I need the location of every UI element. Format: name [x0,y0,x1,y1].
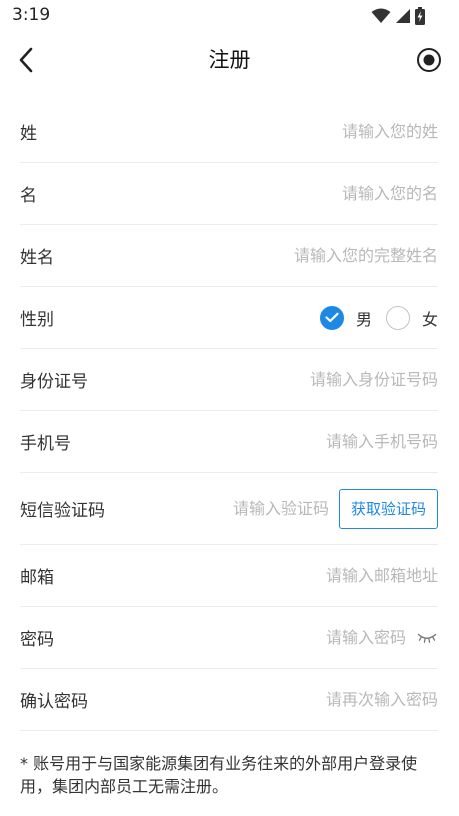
gender-radio-group: 男 女 [319,305,438,330]
id-number-row: 身份证号 [20,349,438,411]
email-row: 邮箱 [20,545,438,607]
confirm-password-input[interactable] [88,690,438,709]
status-bar: 3:19 [0,0,459,32]
nav-bar: 注册 [0,32,459,88]
confirm-password-label: 确认密码 [20,692,88,712]
sms-code-input[interactable] [105,499,329,518]
checkmark-icon [325,312,339,323]
gender-option-male[interactable]: 男 [319,305,372,330]
signal-icon [396,9,410,23]
id-number-input[interactable] [88,370,438,389]
password-visibility-toggle[interactable] [416,630,438,646]
gender-label: 性别 [20,310,54,330]
id-number-label: 身份证号 [20,372,88,392]
confirm-password-row: 确认密码 [20,669,438,731]
record-icon [417,48,441,72]
surname-input[interactable] [37,122,438,141]
password-input[interactable] [54,628,406,647]
gender-option-male-label: 男 [355,309,372,329]
full-name-row: 姓名 [20,225,438,287]
phone-input[interactable] [71,432,438,451]
radio-checked-icon [319,305,344,330]
full-name-input[interactable] [54,246,438,265]
battery-charging-icon [415,7,425,25]
registration-note: * 账号用于与国家能源集团有业务往来的外部用户登录使用，集团内部员工无需注册。 [20,754,418,796]
full-name-label: 姓名 [20,248,54,268]
password-row: 密码 [20,607,438,669]
record-button[interactable] [415,46,443,74]
phone-row: 手机号 [20,411,438,473]
given-name-row: 名 [20,163,438,225]
registration-form: 姓 名 姓名 性别 男 女 身份证号 [20,101,438,731]
gender-row: 性别 男 女 [20,287,438,349]
wifi-icon [371,8,391,23]
given-name-label: 名 [20,186,37,206]
status-time: 3:19 [12,5,51,25]
password-label: 密码 [20,630,54,650]
get-code-button[interactable]: 获取验证码 [339,488,438,529]
page-title: 注册 [208,48,251,72]
status-icons [371,6,425,26]
phone-label: 手机号 [20,434,71,454]
given-name-input[interactable] [37,184,438,203]
email-input[interactable] [54,566,438,585]
eye-closed-icon [417,633,437,643]
gender-option-female-label: 女 [421,309,438,329]
surname-label: 姓 [20,124,37,144]
sms-code-row: 短信验证码 获取验证码 [20,473,438,545]
radio-unchecked-icon [385,305,410,330]
sms-code-label: 短信验证码 [20,501,105,521]
email-label: 邮箱 [20,568,54,588]
gender-option-female[interactable]: 女 [385,305,438,330]
surname-row: 姓 [20,101,438,163]
